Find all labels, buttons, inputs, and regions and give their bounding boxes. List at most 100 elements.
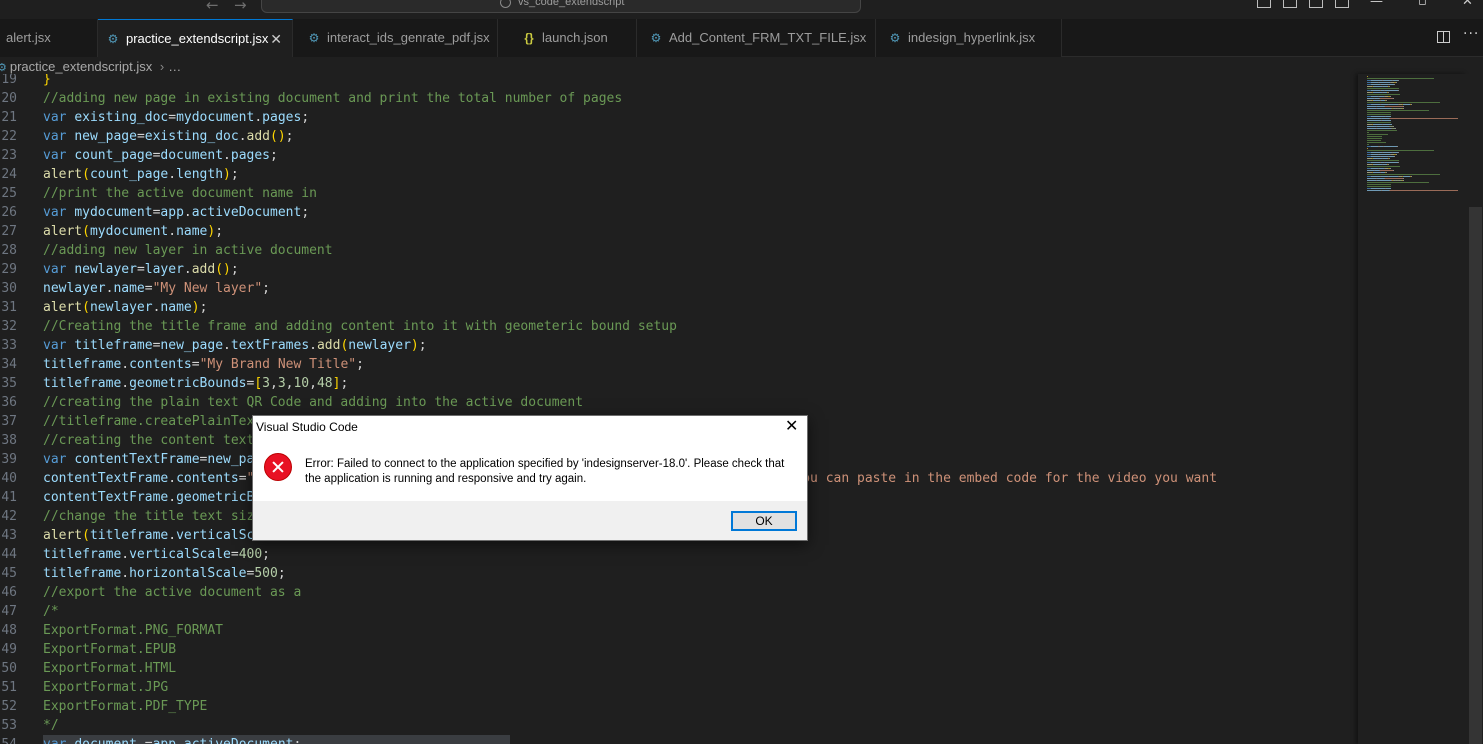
toggle-panel-icon[interactable] [1283,0,1297,8]
tab-add-content-frm-txt-file[interactable]: ⚙ Add_Content_FRM_TXT_FILE.jsx [637,19,876,57]
code-token: ; [277,566,286,581]
code-editor[interactable]: 19} 20 //adding new page in existing docum… [0,74,1358,744]
code-line[interactable]: 36 //creating the plain text QR Code and … [0,393,1358,412]
code-line[interactable]: 47 /* [0,602,1358,621]
minimap[interactable] [1358,74,1466,744]
code-text: alert(titleframe.verticalSc [43,526,254,545]
tab-interact-ids-genrate-pdf[interactable]: ⚙ interact_ids_genrate_pdf.jsx [293,19,498,57]
code-token: } [43,74,51,87]
minimize-icon[interactable]: — [1370,0,1383,9]
vertical-scrollbar[interactable] [1466,74,1483,744]
code-text: //adding new layer in active document [43,241,333,260]
code-token: var [43,110,75,125]
code-line[interactable]: 33 var titleframe=new_page.textFrames.add… [0,336,1358,355]
minimap-line [1386,116,1391,117]
code-line[interactable]: 32 //Creating the title frame and adding … [0,317,1358,336]
tab-launch-json[interactable]: {} launch.json [498,19,637,57]
code-token: newlayer [43,281,106,296]
code-line[interactable]: 54 var document =app.activeDocument; [0,735,1358,744]
breadcrumb-file[interactable]: practice_extendscript.jsx [10,59,152,74]
minimap-line [1381,176,1388,177]
line-number: 41 [1,490,17,505]
code-token: = [137,737,153,744]
code-token: contentTextFrame [43,471,169,486]
code-line[interactable]: 28 //adding new layer in active document [0,241,1358,260]
code-text: alert(mydocument.name); [43,222,223,241]
breadcrumb-ellipsis[interactable]: … [168,59,181,74]
code-token: 3 [277,376,286,391]
line-number: 32 [1,319,17,334]
window-close-icon[interactable]: ✕ [1462,0,1473,9]
minimap-line [1390,190,1458,191]
code-token: ExportFormat.HTML [43,661,177,676]
code-line[interactable]: 52 ExportFormat.PDF_TYPE [0,697,1358,716]
minimap-line [1386,172,1387,173]
code-line[interactable]: 34 titleframe.contents="My Brand New Titl… [0,355,1358,374]
close-tab-icon[interactable]: ✕ [270,20,282,57]
code-line[interactable]: 26 var mydocument=app.activeDocument; [0,203,1358,222]
toggle-secondary-sidebar-icon[interactable] [1309,0,1323,8]
code-token: document [160,148,224,163]
code-line[interactable]: 24 alert(count_page.length); [0,165,1358,184]
code-line[interactable]: 22 var new_page=existing_doc.add(); [0,127,1358,146]
dialog-close-icon[interactable]: ✕ [785,416,798,436]
back-arrow-icon[interactable]: ← [206,0,219,14]
minimap-line [1367,132,1369,133]
tab-practice-extendscript[interactable]: ⚙ practice_extendscript.jsx ✕ [98,19,293,57]
code-line[interactable]: 46 //export the active document as a [0,583,1358,602]
code-token: . [168,471,177,486]
gear-icon: ⚙ [650,31,662,45]
code-line[interactable]: 53 */ [0,716,1358,735]
code-token: . [121,547,130,562]
code-line[interactable]: 29 var newlayer=layer.add(); [0,260,1358,279]
code-line[interactable]: 21 var existing_doc=mydocument.pages; [0,108,1358,127]
command-center[interactable]: vs_code_extendscript [261,0,861,13]
ok-button[interactable]: OK [731,511,797,531]
tab-indesign-hyperlink[interactable]: ⚙ indesign_hyperlink.jsx [876,19,1062,57]
code-line[interactable]: 30 newlayer.name="My New layer"; [0,279,1358,298]
line-number: 31 [1,300,17,315]
line-number: 34 [1,357,17,372]
code-line[interactable]: 23 var count_page=document.pages; [0,146,1358,165]
minimap-line [1367,98,1374,99]
minimap-line [1389,158,1390,159]
code-line[interactable]: 49 ExportFormat.EPUB [0,640,1358,659]
toggle-primary-sidebar-icon[interactable] [1257,0,1271,8]
minimap-line [1371,162,1380,163]
code-line[interactable]: 19} [0,74,1358,89]
forward-arrow-icon[interactable]: → [234,0,247,14]
gear-icon: ⚙ [107,32,119,46]
tab-label: interact_ids_genrate_pdf.jsx [327,30,490,45]
code-line[interactable]: 20 //adding new page in existing document… [0,89,1358,108]
code-token: ( [82,167,90,182]
minimap-line [1367,120,1381,121]
code-line[interactable]: 51 ExportFormat.JPG [0,678,1358,697]
error-icon [264,453,292,481]
more-actions-icon[interactable]: ··· [1463,26,1479,42]
code-line[interactable]: 27 alert(mydocument.name); [0,222,1358,241]
customize-layout-icon[interactable] [1335,0,1349,8]
code-line[interactable]: 48 ExportFormat.PNG_FORMAT [0,621,1358,640]
code-token: ; [293,737,301,744]
code-token: . [223,148,231,163]
minimap-line [1386,188,1391,189]
code-line[interactable]: 50 ExportFormat.HTML [0,659,1358,678]
scrollbar-thumb[interactable] [1469,207,1482,744]
code-line[interactable]: 25 //print the active document name in [0,184,1358,203]
code-line[interactable]: 44 titleframe.verticalScale=400; [0,545,1358,564]
code-line[interactable]: 35 titleframe.geometricBounds=[3,3,10,48]… [0,374,1358,393]
code-text: titleframe.contents="My Brand New Title"… [43,355,364,374]
code-line[interactable]: 45 titleframe.horizontalScale=500; [0,564,1358,583]
maximize-icon[interactable]: ▫ [1418,0,1427,9]
tab-alert[interactable]: alert.jsx [0,19,98,57]
code-token: length [176,167,224,182]
code-token: new_page [74,129,137,144]
code-token: ExportFormat.EPUB [43,642,177,657]
code-token: verticalSc [176,528,255,543]
code-line[interactable]: 31 alert(newlayer.name); [0,298,1358,317]
code-text: //titleframe.createPlainTex [43,412,254,431]
minimap-line [1367,78,1434,79]
split-editor-icon[interactable] [1437,31,1450,43]
code-token: add [316,338,341,353]
code-token: geometricB [176,490,255,505]
